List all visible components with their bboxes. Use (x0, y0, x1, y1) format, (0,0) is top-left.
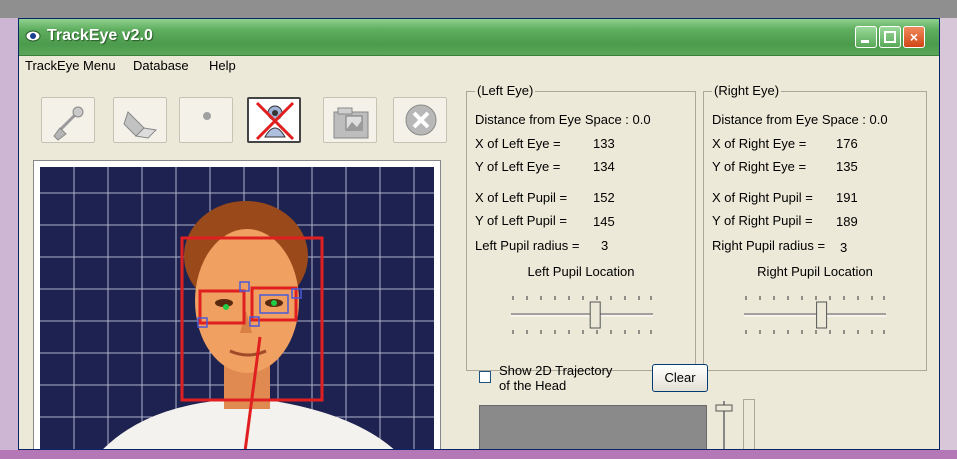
right-pupil-radius-value: 3 (840, 240, 848, 255)
right-slider-thumb[interactable] (816, 301, 828, 329)
desktop-top-strip (0, 0, 957, 18)
right-eye-group: (Right Eye) Distance from Eye Space : 0.… (703, 83, 927, 371)
right-eye-x-value: 176 (836, 136, 858, 151)
right-pupil-y-label: Y of Right Pupil = (712, 213, 813, 228)
left-pupil-y-value: 145 (593, 214, 615, 229)
face-detect-toggle-button[interactable] (247, 97, 301, 143)
minimize-icon (861, 40, 869, 43)
eye-icon (25, 30, 41, 42)
left-pupil-radius-value: 3 (601, 238, 609, 253)
left-pupil-x-value: 152 (593, 190, 615, 205)
left-eye-distance: Distance from Eye Space : 0.0 (475, 112, 651, 127)
eraser-button[interactable] (113, 97, 167, 143)
left-pupil-x-label: X of Left Pupil = (475, 190, 568, 205)
left-pupil-y-label: Y of Left Pupil = (475, 213, 567, 228)
left-slider-thumb[interactable] (589, 301, 601, 329)
menu-trackeye[interactable]: TrackEye Menu (25, 58, 116, 73)
brush-button[interactable] (41, 97, 95, 143)
right-eye-y-label: Y of Right Eye = (712, 159, 807, 174)
minimize-button[interactable] (855, 26, 877, 48)
video-frame (33, 160, 441, 450)
right-pupil-radius-label: Right Pupil radius = (712, 238, 826, 253)
clear-button[interactable]: Clear (652, 364, 708, 392)
dot-icon (203, 112, 211, 120)
right-pupil-x-label: X of Right Pupil = (712, 190, 813, 205)
maximize-button[interactable] (879, 26, 901, 48)
title-bar[interactable]: TrackEye v2.0 × (19, 19, 939, 56)
close-button[interactable]: × (903, 26, 925, 48)
left-eye-x-value: 133 (593, 136, 615, 151)
eraser-icon (123, 111, 158, 139)
right-pupil-x-value: 191 (836, 190, 858, 205)
menu-help[interactable]: Help (209, 58, 236, 73)
desktop-left-strip (0, 18, 18, 459)
left-eye-x-label: X of Left Eye = (475, 136, 561, 151)
desktop-bottom-strip (0, 450, 957, 459)
left-eye-y-label: Y of Left Eye = (475, 159, 561, 174)
right-eye-legend: (Right Eye) (712, 83, 782, 98)
cancel-icon (405, 104, 437, 136)
left-eye-legend: (Left Eye) (475, 83, 536, 98)
folder-image-icon (333, 107, 369, 139)
left-pupil-location-slider[interactable] (507, 290, 657, 340)
show-trajectory-label-2: of the Head (499, 378, 567, 393)
left-pupil-radius-label: Left Pupil radius = (475, 238, 580, 253)
window-title: TrackEye v2.0 (47, 27, 153, 44)
show-trajectory-checkbox[interactable] (479, 371, 491, 383)
no-person-icon (255, 101, 295, 141)
trajectory-vertical-slider[interactable] (713, 399, 735, 450)
menu-bar: TrackEye Menu Database Help (19, 56, 939, 76)
right-eye-distance: Distance from Eye Space : 0.0 (712, 112, 888, 127)
trackeye-window: TrackEye v2.0 × TrackEye Menu Database H… (18, 18, 940, 450)
point-button[interactable] (179, 97, 233, 143)
show-trajectory-label-1: Show 2D Trajectory (499, 363, 613, 378)
trajectory-canvas (479, 405, 707, 449)
right-eye-x-label: X of Right Eye = (712, 136, 807, 151)
right-pupil-y-value: 189 (836, 214, 858, 229)
cancel-button[interactable] (393, 97, 447, 143)
left-eye-y-value: 134 (593, 159, 615, 174)
left-eye-group: (Left Eye) Distance from Eye Space : 0.0… (466, 83, 696, 371)
left-pupil-location-label: Left Pupil Location (527, 264, 635, 279)
right-eye-y-value: 135 (836, 159, 858, 174)
right-pupil-location-slider[interactable] (740, 290, 890, 340)
right-pupil-location-label: Right Pupil Location (757, 264, 873, 279)
save-image-button[interactable] (323, 97, 377, 143)
close-icon: × (909, 29, 919, 45)
maximize-icon (884, 31, 896, 43)
brush-icon (53, 106, 84, 141)
menu-database[interactable]: Database (133, 58, 189, 73)
trajectory-scrollbar[interactable] (743, 399, 755, 449)
camera-view[interactable] (34, 161, 440, 450)
